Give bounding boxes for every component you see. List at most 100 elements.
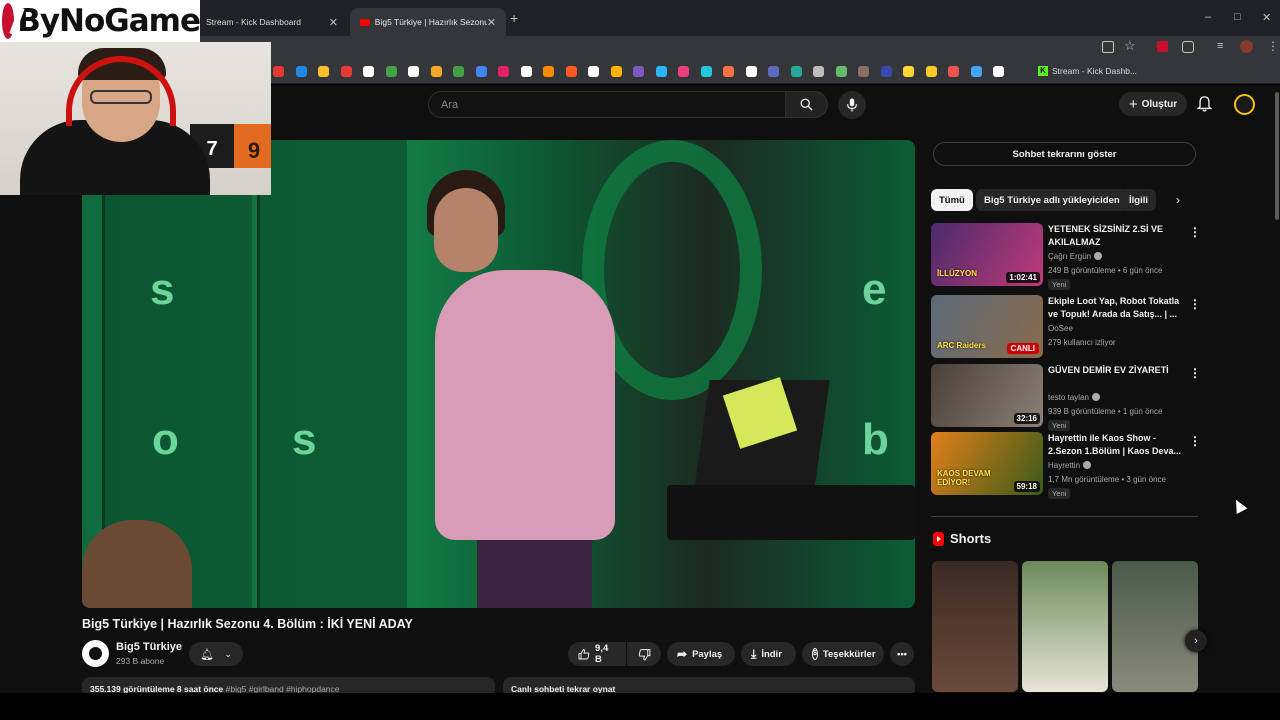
minimize-button[interactable]: –: [1205, 11, 1211, 23]
bookmark-favicon-icon[interactable]: [295, 66, 307, 77]
bookmark-favicon-icon[interactable]: [430, 66, 442, 77]
video-player[interactable]: s o s e b: [82, 140, 915, 608]
bookmark-favicon-icon[interactable]: [655, 66, 667, 77]
short-thumbnail[interactable]: [1022, 561, 1108, 692]
bookmark-favicon-icon[interactable]: [768, 66, 779, 77]
recommended-channel[interactable]: testo taylan: [1048, 393, 1100, 402]
bookmark-favicon-icon[interactable]: [385, 66, 397, 77]
profile-avatar[interactable]: [1240, 40, 1253, 53]
search-input[interactable]: Ara: [428, 91, 786, 118]
bookmark-favicon-icon[interactable]: [970, 66, 982, 77]
more-vertical-icon[interactable]: ⋮: [1189, 297, 1201, 311]
bookmark-kick-dashboard[interactable]: K Stream - Kick Dashb...: [1038, 66, 1137, 76]
more-vertical-icon[interactable]: ⋮: [1189, 366, 1201, 380]
browser-tab-kick[interactable]: Stream - Kick Dashboard ✕: [196, 8, 348, 36]
search-button[interactable]: [786, 91, 828, 118]
bookmark-favicon-icon[interactable]: [858, 66, 869, 77]
create-button[interactable]: + Oluştur: [1119, 92, 1187, 116]
recommended-video-title[interactable]: Hayrettin ile Kaos Show - 2.Sezon 1.Bölü…: [1048, 432, 1186, 457]
bookmark-favicon-icon[interactable]: [318, 66, 329, 77]
video-scene-text: b: [862, 415, 889, 464]
recommended-video[interactable]: ARC Raiders CANLI Ekiple Loot Yap, Robot T…: [931, 295, 1203, 359]
maximize-button[interactable]: □: [1234, 11, 1241, 23]
recommended-video-title[interactable]: GÜVEN DEMİR EV ZİYARETİ: [1048, 364, 1186, 377]
bookmark-favicon-icon[interactable]: [835, 66, 847, 77]
bookmark-favicon-icon[interactable]: [498, 66, 509, 77]
more-vertical-icon[interactable]: ⋮: [1189, 225, 1201, 239]
more-actions-button[interactable]: •••: [890, 642, 914, 666]
recommended-channel[interactable]: Çağrı Ergün: [1048, 252, 1103, 261]
tab-close-icon[interactable]: ✕: [329, 16, 338, 29]
extension-icon[interactable]: [1157, 41, 1168, 52]
bookmark-favicon-icon[interactable]: [610, 66, 622, 77]
bookmark-favicon-icon[interactable]: [745, 66, 757, 77]
short-thumbnail[interactable]: [1112, 561, 1198, 692]
video-thumbnail[interactable]: ARC Raiders CANLI: [931, 295, 1043, 358]
scrollbar-thumb[interactable]: [1275, 92, 1279, 220]
account-avatar[interactable]: [1234, 94, 1255, 115]
dislike-button[interactable]: [627, 642, 661, 666]
subscription-notify-button[interactable]: 🔔︎ ⌄: [189, 642, 243, 666]
bookmark-favicon-icon[interactable]: [993, 66, 1004, 77]
video-thumbnail[interactable]: İLLÜZYON 1:02:41: [931, 223, 1043, 286]
bookmark-favicon-icon[interactable]: [880, 66, 892, 77]
recommended-video[interactable]: İLLÜZYON 1:02:41 YETENEK SİZSİNİZ 2.Sİ VE …: [931, 223, 1203, 290]
cast-icon[interactable]: [1102, 41, 1114, 53]
bookmark-favicon-icon[interactable]: [813, 66, 824, 77]
bookmark-favicon-icon[interactable]: [340, 66, 352, 77]
recommended-video[interactable]: 32:16 GÜVEN DEMİR EV ZİYARETİ testo taylan…: [931, 364, 1203, 431]
download-button[interactable]: ⤓ İndir: [741, 642, 796, 666]
recommended-meta: 1,7 Mn görüntüleme • 3 gün önce: [1048, 475, 1166, 484]
bookmark-favicon-icon[interactable]: [948, 66, 959, 77]
bookmark-favicon-icon[interactable]: [925, 66, 937, 77]
recommended-channel[interactable]: OoSee: [1048, 324, 1073, 333]
media-control-icon[interactable]: ≡: [1217, 40, 1223, 52]
short-thumbnail[interactable]: [932, 561, 1018, 692]
chevron-right-icon[interactable]: ›: [1176, 193, 1180, 207]
thanks-button[interactable]: $ Teşekkürler: [802, 642, 884, 666]
chip-all[interactable]: Tümü: [931, 189, 973, 211]
channel-name[interactable]: Big5 Türkiye: [116, 641, 182, 653]
bookmark-favicon-icon[interactable]: [790, 66, 802, 77]
browser-menu-icon[interactable]: ⋮: [1267, 39, 1279, 53]
share-button[interactable]: ➦ Paylaş: [667, 642, 735, 666]
bookmark-star-icon[interactable]: ☆: [1124, 38, 1136, 54]
close-window-button[interactable]: ✕: [1262, 11, 1271, 24]
show-chat-replay-button[interactable]: Sohbet tekrarını göster: [933, 142, 1196, 166]
bookmark-favicon-icon[interactable]: [453, 66, 464, 77]
bookmark-favicon-icon[interactable]: [273, 66, 284, 77]
bookmark-favicon-icon[interactable]: [363, 66, 374, 77]
bookmark-favicon-icon[interactable]: [700, 66, 712, 77]
browser-tab-youtube[interactable]: Big5 Türkiye | Hazırlık Sezonu 4. Bölüm …: [350, 8, 506, 36]
bookmark-favicon-icon[interactable]: [543, 66, 554, 77]
logo-text: ByNoGame: [17, 3, 201, 39]
bookmark-favicon-icon[interactable]: [903, 66, 914, 77]
extensions-puzzle-icon[interactable]: [1182, 41, 1194, 53]
recommended-channel[interactable]: Hayrettin: [1048, 461, 1092, 470]
chip-related[interactable]: İlgili: [1121, 189, 1156, 211]
notifications-button[interactable]: [1196, 96, 1213, 117]
recommended-video-title[interactable]: Ekiple Loot Yap, Robot Tokatla ve Topuk!…: [1048, 295, 1186, 320]
bookmark-favicon-icon[interactable]: [408, 66, 419, 77]
new-tab-button[interactable]: +: [510, 10, 518, 26]
bookmark-favicon-icon[interactable]: [588, 66, 599, 77]
chip-from-uploader[interactable]: Big5 Türkiye adlı yükleyiciden: [976, 189, 1128, 211]
bookmark-favicon-icon[interactable]: [475, 66, 487, 77]
recommended-video-title[interactable]: YETENEK SİZSİNİZ 2.Sİ VE AKILALMAZ SİHİR…: [1048, 223, 1186, 249]
channel-avatar[interactable]: [82, 640, 109, 667]
recommended-video[interactable]: KAOS DEVAM EDİYOR! 59:18 Hayrettin ile Kao…: [931, 432, 1203, 499]
recommended-meta: 249 B görüntüleme • 6 gün önce: [1048, 266, 1163, 275]
video-thumbnail[interactable]: 32:16: [931, 364, 1043, 427]
bookmark-favicon-icon[interactable]: [565, 66, 577, 77]
bookmark-favicon-icon[interactable]: [678, 66, 689, 77]
bookmark-favicon-icon[interactable]: [633, 66, 644, 77]
bynogame-logo: ByNoGame: [0, 0, 201, 42]
bookmark-favicon-icon[interactable]: [520, 66, 532, 77]
like-button[interactable]: 9,4 B: [568, 642, 626, 666]
more-vertical-icon[interactable]: ⋮: [1189, 434, 1201, 448]
tab-close-icon[interactable]: ✕: [487, 16, 496, 29]
shorts-next-button[interactable]: ›: [1185, 630, 1207, 652]
voice-search-button[interactable]: [838, 91, 866, 119]
bookmark-favicon-icon[interactable]: [723, 66, 734, 77]
video-thumbnail[interactable]: KAOS DEVAM EDİYOR! 59:18: [931, 432, 1043, 495]
